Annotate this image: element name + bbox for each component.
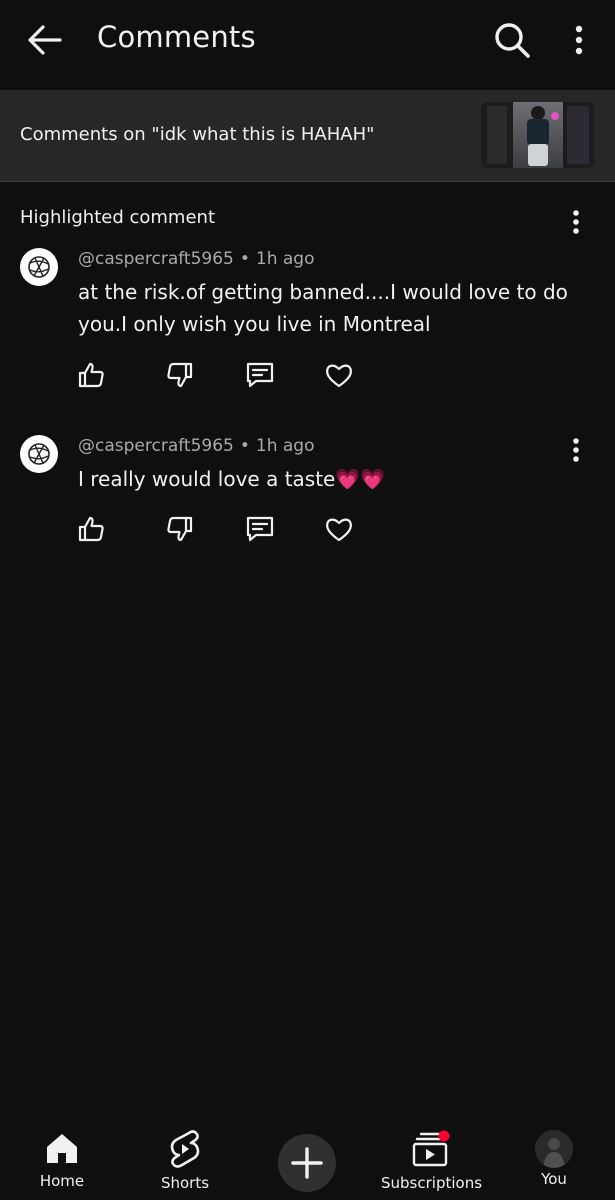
thumbnail-person-body <box>527 119 549 145</box>
comment-text: at the risk.of getting banned....I would… <box>78 280 568 336</box>
thumbnail-person-head <box>531 106 545 120</box>
video-context-bar[interactable]: Comments on "idk what this is HAHAH" <box>0 90 615 182</box>
thumbnail-light <box>551 112 559 120</box>
comment-meta: @caspercraft5965 • 1h ago <box>78 436 315 456</box>
comment-text: I really would love a taste💗💗 <box>78 467 386 491</box>
nav-home-label: Home <box>39 1172 85 1190</box>
subscriptions-icon <box>412 1130 450 1167</box>
nav-home[interactable]: Home <box>36 1130 88 1190</box>
comment-author[interactable]: @caspercraft5965 <box>78 249 234 269</box>
thumbs-down-icon[interactable] <box>165 514 195 544</box>
nav-you-label: You <box>541 1170 567 1188</box>
heart-icon[interactable] <box>324 514 354 544</box>
avatar-logo-icon <box>28 443 50 465</box>
highlighted-comment-label: Highlighted comment <box>20 207 216 228</box>
more-vert-icon[interactable] <box>566 207 586 237</box>
arrow-left-icon[interactable] <box>26 22 64 58</box>
reply-icon[interactable] <box>245 360 275 390</box>
nav-subscriptions[interactable]: Subscriptions <box>381 1130 483 1192</box>
meta-separator: • <box>239 249 250 269</box>
thumbnail-right-panel <box>567 106 589 164</box>
heart-icon[interactable] <box>324 360 354 390</box>
meta-separator: • <box>239 436 250 456</box>
plus-icon <box>291 1147 323 1179</box>
comment-meta: @caspercraft5965 • 1h ago <box>78 249 315 269</box>
more-vert-icon[interactable] <box>567 22 591 58</box>
avatar[interactable] <box>20 435 58 473</box>
thumbnail-left-panel <box>487 106 507 164</box>
shorts-icon <box>170 1130 200 1168</box>
reply-icon[interactable] <box>245 514 275 544</box>
nav-subscriptions-label: Subscriptions <box>381 1174 483 1192</box>
search-icon[interactable] <box>492 20 532 60</box>
nav-shorts[interactable]: Shorts <box>156 1130 214 1192</box>
avatar <box>535 1130 573 1168</box>
bottom-navigation: Home Shorts Subscriptions You <box>0 1120 615 1200</box>
avatar[interactable] <box>20 248 58 286</box>
thumbs-up-icon[interactable] <box>76 360 106 390</box>
nav-shorts-label: Shorts <box>160 1174 210 1192</box>
top-app-bar: Comments <box>0 0 615 80</box>
comment-time: 1h ago <box>255 249 315 269</box>
profile-photo <box>535 1130 573 1168</box>
thumbs-down-icon[interactable] <box>165 360 195 390</box>
video-comments-label: Comments on "idk what this is HAHAH" <box>20 124 375 145</box>
create-button[interactable] <box>278 1134 336 1192</box>
nav-you[interactable]: You <box>530 1130 578 1188</box>
video-thumbnail[interactable] <box>481 102 594 168</box>
page-title: Comments <box>97 20 256 54</box>
more-vert-icon[interactable] <box>566 435 586 465</box>
home-icon <box>47 1134 77 1163</box>
avatar-logo-icon <box>28 256 50 278</box>
notification-dot <box>438 1130 450 1142</box>
comment-author[interactable]: @caspercraft5965 <box>78 436 234 456</box>
comment-time: 1h ago <box>255 436 315 456</box>
thumbnail-person-legs <box>528 144 548 166</box>
thumbs-up-icon[interactable] <box>76 514 106 544</box>
